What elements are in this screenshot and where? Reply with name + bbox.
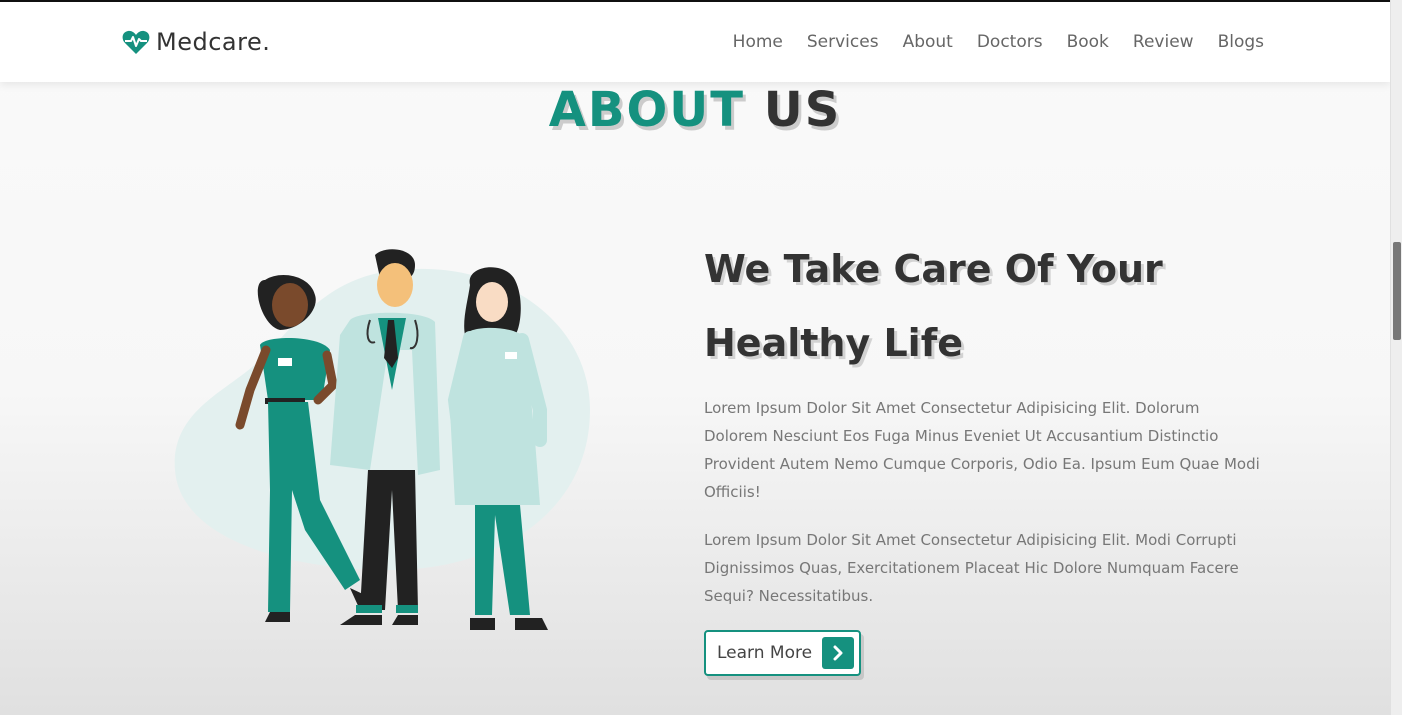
- vertical-scrollbar[interactable]: [1390, 0, 1402, 715]
- learn-more-button[interactable]: Learn More: [704, 630, 861, 676]
- main-nav: Home Services About Doctors Book Review …: [733, 32, 1264, 52]
- nav-link-review[interactable]: Review: [1133, 32, 1194, 52]
- about-title-line1: We Take Care Of Your: [704, 247, 1163, 291]
- learn-more-label: Learn More: [717, 643, 813, 663]
- nav-link-services[interactable]: Services: [807, 32, 879, 52]
- about-paragraph-2: Lorem Ipsum Dolor Sit Amet Consectetur A…: [704, 531, 1239, 605]
- section-heading: ABOUT US: [0, 82, 1390, 138]
- about-paragraph-1: Lorem Ipsum Dolor Sit Amet Consectetur A…: [704, 399, 1260, 501]
- scrollbar-thumb[interactable]: [1393, 242, 1401, 340]
- brand-name: Medcare.: [156, 28, 271, 56]
- chevron-right-icon: [822, 637, 854, 669]
- site-header: Medcare. Home Services About Doctors Boo…: [0, 2, 1390, 82]
- nav-link-book[interactable]: Book: [1067, 32, 1109, 52]
- logo[interactable]: Medcare.: [122, 27, 270, 57]
- about-title: We Take Care Of Your Healthy Life: [704, 232, 1264, 380]
- about-title-line2: Healthy Life: [704, 321, 964, 365]
- about-content: We Take Care Of Your Healthy Life Lorem …: [704, 232, 1264, 676]
- nav-link-about[interactable]: About: [903, 32, 953, 52]
- heading-accent: ABOUT: [548, 82, 745, 138]
- nav-link-blogs[interactable]: Blogs: [1218, 32, 1264, 52]
- heading-rest: US: [763, 82, 842, 138]
- heart-pulse-icon: [122, 30, 150, 54]
- doctors-illustration: [170, 240, 600, 640]
- nav-link-home[interactable]: Home: [733, 32, 783, 52]
- nav-link-doctors[interactable]: Doctors: [977, 32, 1043, 52]
